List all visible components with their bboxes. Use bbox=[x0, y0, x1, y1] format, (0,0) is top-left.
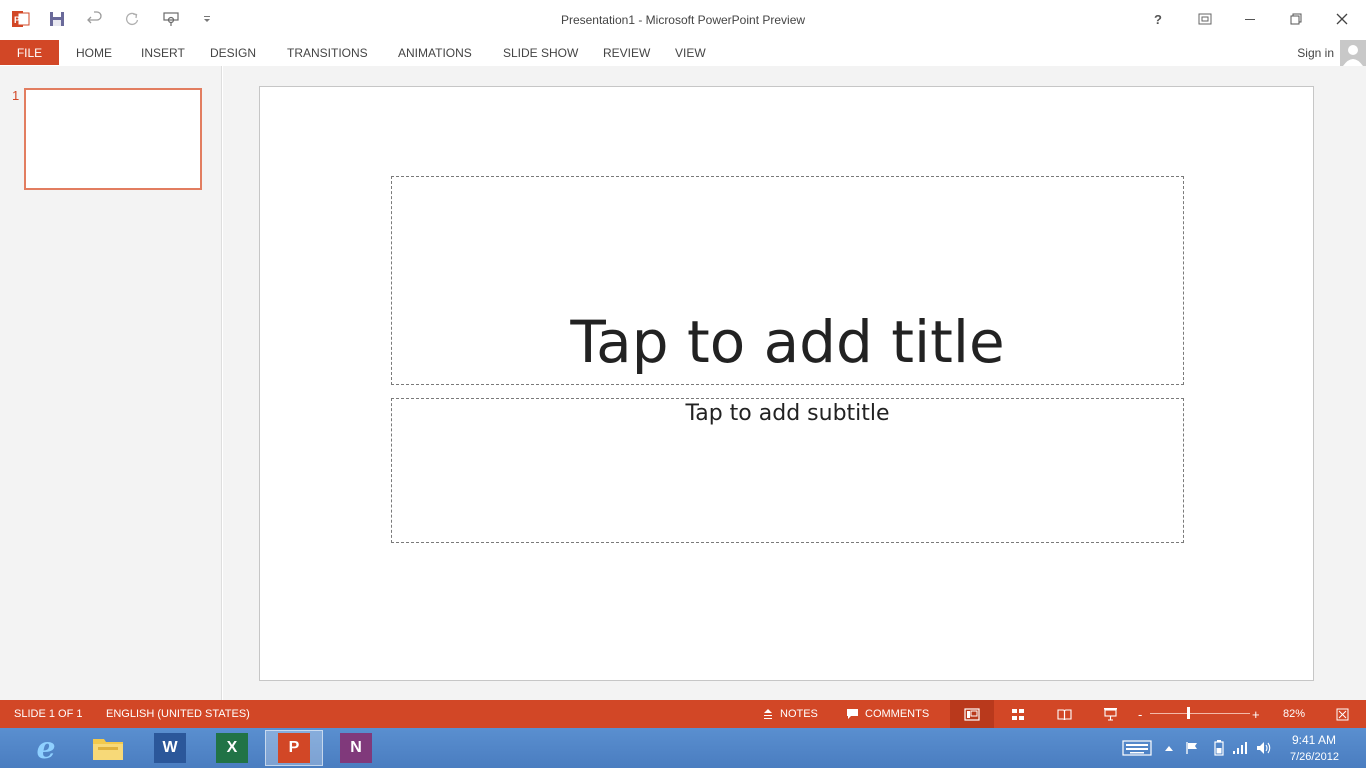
zoom-slider-track[interactable] bbox=[1150, 713, 1250, 714]
tab-view[interactable]: VIEW bbox=[675, 40, 706, 65]
windows-taskbar: e W X P N 9:41 AM 7/26/2012 bbox=[0, 728, 1366, 768]
notes-button[interactable]: NOTES bbox=[762, 700, 818, 728]
battery-icon[interactable] bbox=[1211, 740, 1227, 756]
taskbar-word[interactable]: W bbox=[141, 730, 199, 766]
volume-icon[interactable] bbox=[1256, 740, 1272, 756]
close-button[interactable] bbox=[1325, 6, 1359, 32]
tab-slide-show[interactable]: SLIDE SHOW bbox=[503, 40, 578, 65]
fit-to-window-icon bbox=[1336, 708, 1348, 720]
tab-home[interactable]: HOME bbox=[76, 40, 112, 65]
slide-thumbnail-pane: 1 bbox=[0, 66, 222, 700]
taskbar-file-explorer[interactable] bbox=[79, 730, 137, 766]
customize-qat-icon[interactable] bbox=[194, 8, 220, 30]
undo-icon[interactable] bbox=[82, 8, 108, 30]
minimize-button[interactable] bbox=[1233, 6, 1267, 32]
close-icon bbox=[1336, 13, 1348, 25]
taskbar-powerpoint[interactable]: P bbox=[265, 730, 323, 766]
sign-in-link[interactable]: Sign in bbox=[1297, 40, 1334, 65]
help-button[interactable]: ? bbox=[1141, 6, 1175, 32]
tab-animations[interactable]: ANIMATIONS bbox=[398, 40, 472, 65]
word-icon: W bbox=[154, 733, 186, 763]
zoom-in-button[interactable]: + bbox=[1252, 700, 1260, 728]
avatar[interactable] bbox=[1340, 40, 1366, 66]
slide-thumbnail[interactable] bbox=[24, 88, 202, 190]
title-bar: P Presentation1 - Microsoft PowerPoint P… bbox=[0, 0, 1366, 40]
normal-view-icon bbox=[964, 707, 980, 721]
save-icon[interactable] bbox=[44, 8, 70, 30]
internet-explorer-icon: e bbox=[36, 730, 56, 766]
help-icon: ? bbox=[1154, 11, 1162, 27]
powerpoint-app-icon[interactable]: P bbox=[8, 8, 34, 30]
tab-design[interactable]: DESIGN bbox=[210, 40, 256, 65]
comment-icon bbox=[847, 709, 858, 719]
action-center-flag-icon[interactable] bbox=[1184, 740, 1200, 756]
reading-view-icon bbox=[1056, 708, 1072, 720]
status-bar: SLIDE 1 OF 1 ENGLISH (UNITED STATES) NOT… bbox=[0, 700, 1366, 728]
subtitle-placeholder[interactable]: Tap to add subtitle bbox=[391, 398, 1184, 543]
clock-date[interactable]: 7/26/2012 bbox=[1290, 751, 1339, 763]
notes-icon bbox=[764, 709, 772, 719]
zoom-out-button[interactable]: - bbox=[1138, 700, 1142, 728]
network-signal-icon[interactable] bbox=[1232, 740, 1248, 756]
slide-editor: Tap to add title Tap to add subtitle bbox=[223, 66, 1366, 700]
user-icon bbox=[1343, 45, 1363, 66]
language-indicator[interactable]: ENGLISH (UNITED STATES) bbox=[106, 700, 250, 728]
reading-view-button[interactable] bbox=[1042, 700, 1086, 728]
slide-sorter-icon bbox=[1012, 708, 1024, 720]
powerpoint-icon: P bbox=[278, 733, 310, 763]
normal-view-button[interactable] bbox=[950, 700, 994, 728]
tab-file[interactable]: FILE bbox=[0, 40, 59, 65]
restore-button[interactable] bbox=[1279, 6, 1313, 32]
restore-icon bbox=[1290, 13, 1302, 25]
tab-review[interactable]: REVIEW bbox=[603, 40, 650, 65]
zoom-slider-thumb[interactable] bbox=[1186, 707, 1190, 719]
excel-icon: X bbox=[216, 733, 248, 763]
comments-button[interactable]: COMMENTS bbox=[846, 700, 929, 728]
slide-canvas[interactable]: Tap to add title Tap to add subtitle bbox=[259, 86, 1314, 681]
zoom-level[interactable]: 82% bbox=[1283, 700, 1305, 728]
ribbon-display-icon bbox=[1198, 13, 1212, 25]
touch-keyboard-icon[interactable] bbox=[1120, 740, 1154, 756]
ribbon-tab-bar: FILE HOME INSERT DESIGN TRANSITIONS ANIM… bbox=[0, 40, 1366, 66]
tab-transitions[interactable]: TRANSITIONS bbox=[287, 40, 368, 65]
show-hidden-icons-icon[interactable] bbox=[1161, 740, 1177, 756]
onenote-icon: N bbox=[340, 733, 372, 763]
taskbar-internet-explorer[interactable]: e bbox=[17, 730, 75, 766]
title-placeholder[interactable]: Tap to add title bbox=[391, 176, 1184, 385]
comments-label: COMMENTS bbox=[865, 708, 930, 720]
folder-icon bbox=[93, 739, 123, 760]
title-placeholder-text: Tap to add title bbox=[570, 308, 1005, 376]
touch-mode-icon[interactable] bbox=[158, 8, 184, 30]
slide-sorter-view-button[interactable] bbox=[996, 700, 1040, 728]
taskbar-onenote[interactable]: N bbox=[327, 730, 385, 766]
taskbar-excel[interactable]: X bbox=[203, 730, 261, 766]
slide-show-view-button[interactable] bbox=[1088, 700, 1132, 728]
slide-show-icon bbox=[1103, 708, 1117, 721]
svg-text:P: P bbox=[14, 15, 20, 25]
slide-counter[interactable]: SLIDE 1 OF 1 bbox=[14, 700, 82, 728]
fit-slide-button[interactable] bbox=[1320, 700, 1364, 728]
tab-insert[interactable]: INSERT bbox=[141, 40, 185, 65]
thumbnail-number: 1 bbox=[12, 88, 20, 103]
minimize-icon bbox=[1245, 19, 1255, 20]
notes-label: NOTES bbox=[780, 708, 818, 720]
subtitle-placeholder-text: Tap to add subtitle bbox=[685, 401, 890, 426]
repeat-icon[interactable] bbox=[119, 8, 145, 30]
ribbon-display-options-button[interactable] bbox=[1188, 6, 1222, 32]
clock-time[interactable]: 9:41 AM bbox=[1292, 733, 1336, 747]
